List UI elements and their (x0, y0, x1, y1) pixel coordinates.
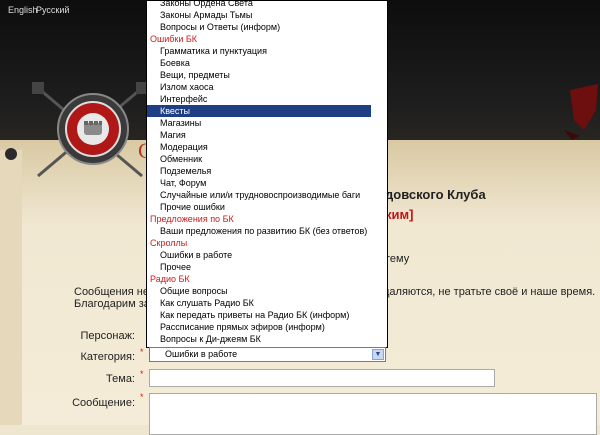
dropdown-option[interactable]: Прочие ошибки (147, 201, 371, 213)
dropdown-option[interactable]: Квесты (147, 105, 371, 117)
dropdown-group-header: Предложения по БК (150, 214, 234, 224)
dropdown-option[interactable]: Интерфейс (147, 93, 371, 105)
dropdown-option[interactable]: Общие вопросы (147, 285, 371, 297)
dropdown-option[interactable]: Вещи, предметы (147, 69, 371, 81)
info-line-1-right: даляются, не тратьте своё и наше время. (383, 286, 596, 298)
info-line-1-left: Сообщения не (74, 286, 149, 298)
dropdown-option[interactable]: Чат, Форум (147, 177, 371, 189)
language-english-link[interactable]: English (8, 5, 38, 15)
dropdown-option[interactable]: Грамматика и пунктуация (147, 45, 371, 57)
dropdown-option[interactable]: Магазины (147, 117, 371, 129)
message-label: Сообщение: (72, 397, 135, 409)
dropdown-option[interactable]: Боевка (147, 57, 371, 69)
dropdown-option[interactable]: Подземелья (147, 165, 371, 177)
dropdown-option[interactable]: Обменник (147, 153, 371, 165)
club-title: довского Клуба (385, 187, 486, 202)
category-required-marker: * (140, 347, 144, 357)
category-select[interactable]: Ошибки в работе ▼ (149, 347, 386, 362)
dropdown-option[interactable]: Как передать приветы на Радио БК (информ… (147, 309, 371, 321)
dropdown-option[interactable]: Вопросы и Ответы (информ) (147, 21, 371, 33)
fist-emblem-logo (57, 93, 129, 165)
dropdown-option[interactable]: Магия (147, 129, 371, 141)
message-required-marker: * (140, 392, 144, 402)
category-dropdown-list[interactable]: Законы Ордена Света Законы Армады Тьмы Воп… (146, 0, 388, 348)
dropdown-option[interactable]: Законы Армады Тьмы (147, 9, 371, 21)
theme-input[interactable] (149, 369, 495, 387)
dropdown-option[interactable]: Ваши предложения по развитию БК (без отв… (147, 225, 371, 237)
message-textarea[interactable] (149, 393, 597, 435)
dropdown-option[interactable]: Излом хаоса (147, 81, 371, 93)
language-russian-link[interactable]: Русский (36, 5, 69, 15)
dropdown-option[interactable]: Прочее (147, 261, 371, 273)
dropdown-option[interactable]: Вопросы к Ди-джеям БК (147, 333, 371, 345)
theme-required-marker: * (140, 369, 144, 379)
left-strip (0, 150, 22, 425)
persona-label: Персонаж: (80, 330, 136, 342)
dropdown-group-header: Ошибки БК (150, 34, 198, 44)
red-ornament-icon (564, 84, 598, 140)
dropdown-option[interactable]: Как слушать Радио БК (147, 297, 371, 309)
dropdown-group-header: Радио БК (150, 274, 190, 284)
round-marker-icon (5, 148, 17, 160)
category-label: Категория: (80, 351, 135, 363)
dropdown-group-header: Скроллы (150, 238, 188, 248)
dropdown-option[interactable]: Рассписание прямых эфиров (информ) (147, 321, 371, 333)
info-line-2-left: Благодарим за (74, 298, 150, 310)
category-select-value: Ошибки в работе (165, 349, 238, 359)
dropdown-option[interactable]: Ошибки в работе (147, 249, 371, 261)
chevron-down-icon[interactable]: ▼ (372, 349, 384, 360)
dropdown-option[interactable]: Законы Ордена Света (147, 1, 371, 9)
theme-label: Тема: (106, 373, 135, 385)
dropdown-option[interactable]: Случайные или/и трудновоспроизводимые ба… (147, 189, 371, 201)
section-title: ким] (385, 207, 414, 222)
subtitle-text: тему (385, 253, 410, 265)
dropdown-option[interactable]: Модерация (147, 141, 371, 153)
